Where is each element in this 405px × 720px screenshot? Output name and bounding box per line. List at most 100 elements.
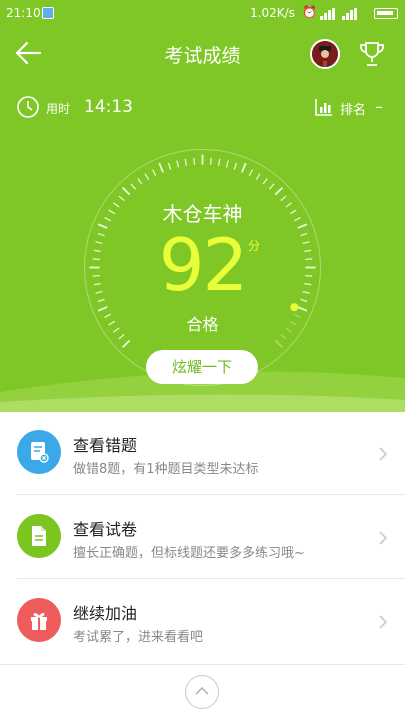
item-title: 查看错题 [73, 436, 138, 455]
gauge-tick [290, 209, 297, 215]
gauge-tick [104, 217, 111, 222]
gauge-tick [118, 195, 125, 202]
app-notification-icon [42, 7, 54, 19]
exam-paper-icon [17, 514, 61, 558]
list-item-exam-paper[interactable]: 查看试卷 擅长正确题，但标线题还要多多练习哦~ [0, 496, 405, 578]
gauge-tick [93, 249, 101, 252]
gauge-tick [255, 173, 261, 180]
trophy-icon[interactable] [357, 39, 387, 69]
gauge-tick [248, 169, 253, 176]
gauge-tick [158, 162, 164, 173]
item-title: 继续加油 [73, 604, 138, 623]
gift-icon [17, 598, 61, 642]
divider [0, 664, 405, 665]
gauge-tick [304, 283, 312, 286]
stats-row: 用时 14:13 排名 – [0, 92, 405, 122]
item-subtitle: 考试累了，进来看看吧 [73, 630, 204, 645]
gauge-tick [274, 339, 284, 349]
gauge-tick [167, 162, 172, 170]
rank-label: 排名 [340, 103, 367, 118]
gauge-tick [97, 298, 105, 303]
list-item-keep-going[interactable]: 继续加油 考试累了，进来看看吧 [0, 580, 405, 662]
gauge-tick [209, 157, 212, 165]
chevron-right-icon [379, 447, 388, 461]
rank-chart-icon [315, 99, 332, 116]
gauge-tick [304, 249, 312, 252]
gauge-tick [305, 258, 313, 261]
gauge-tick [152, 169, 157, 176]
back-arrow-icon[interactable] [14, 40, 42, 66]
gauge-tick [95, 241, 103, 245]
gauge-tick [113, 327, 120, 333]
gauge-pointer [290, 303, 299, 312]
gauge-tick [302, 290, 310, 294]
gauge-tick [184, 158, 187, 166]
gauge-tick [218, 158, 221, 166]
gauge-tick [285, 327, 292, 333]
gauge-tick [93, 283, 101, 286]
chevron-up-icon [195, 686, 209, 695]
gauge-tick [104, 313, 111, 318]
rank-value: – [375, 97, 383, 116]
gauge-tick [95, 290, 103, 294]
gauge-tick [144, 173, 150, 180]
gauge-tick [97, 306, 108, 312]
gauge-tick [176, 160, 180, 168]
alarm-icon: ⏰ [302, 5, 317, 19]
scroll-up-button[interactable] [185, 675, 219, 709]
gauge-tick [225, 160, 229, 168]
list-item-wrong-answers[interactable]: 查看错题 做错8题，有1种题目类型未达标 [0, 412, 405, 494]
wrong-answers-icon [17, 430, 61, 474]
chevron-right-icon [379, 531, 388, 545]
gauge-tick [302, 241, 310, 245]
time-label: 用时 [46, 102, 71, 116]
gauge-tick [97, 232, 105, 237]
gauge-tick [113, 202, 120, 208]
gauge-tick [121, 186, 131, 196]
gauge-tick [268, 183, 275, 190]
gauge-tick [300, 298, 308, 303]
gauge-tick [294, 217, 301, 222]
gauge-tick [108, 320, 115, 326]
chevron-right-icon [379, 615, 388, 629]
item-subtitle: 做错8题，有1种题目类型未达标 [73, 462, 259, 477]
page-title: 考试成绩 [164, 45, 241, 67]
divider [17, 494, 405, 495]
gauge-tick [241, 162, 247, 173]
gauge-tick [121, 339, 131, 349]
share-button[interactable]: 炫耀一下 [146, 350, 258, 384]
status-bar: 21:10 1.02K/s ⏰ [0, 0, 405, 28]
gauge-tick [274, 186, 284, 196]
gauge-tick [137, 178, 143, 185]
battery-icon [374, 8, 398, 19]
time-value: 14:13 [84, 97, 133, 117]
gauge-tick [297, 306, 308, 312]
gauge-tick [305, 274, 313, 277]
gauge-tick [300, 232, 308, 237]
gauge-tick [97, 223, 108, 229]
gauge-tick [130, 183, 137, 190]
gauge-tick [262, 178, 268, 185]
gauge-tick [294, 313, 301, 318]
clock-icon [17, 96, 39, 118]
gauge-tick [193, 157, 196, 165]
signal-icon [320, 8, 357, 20]
net-speed: 1.02K/s [250, 6, 295, 20]
gauge-tick [280, 333, 287, 340]
gauge-tick [118, 333, 125, 340]
gauge-tick [285, 202, 292, 208]
divider [17, 578, 405, 579]
gauge-tick [297, 223, 308, 229]
item-title: 查看试卷 [73, 520, 138, 539]
gauge-tick [108, 209, 115, 215]
avatar[interactable] [310, 39, 340, 69]
gauge-tick [233, 162, 238, 170]
gauge-tick [92, 274, 100, 277]
gauge-tick [280, 195, 287, 202]
status-time: 21:10 [6, 6, 41, 20]
nav-bar: 考试成绩 [0, 28, 405, 78]
gauge-tick [290, 320, 297, 326]
item-subtitle: 擅长正确题，但标线题还要多多练习哦~ [73, 546, 305, 561]
gauge-tick [92, 258, 100, 261]
score-header: 21:10 1.02K/s ⏰ 考试成绩 用时 14:13 排名 – 木仓车神 … [0, 0, 405, 412]
